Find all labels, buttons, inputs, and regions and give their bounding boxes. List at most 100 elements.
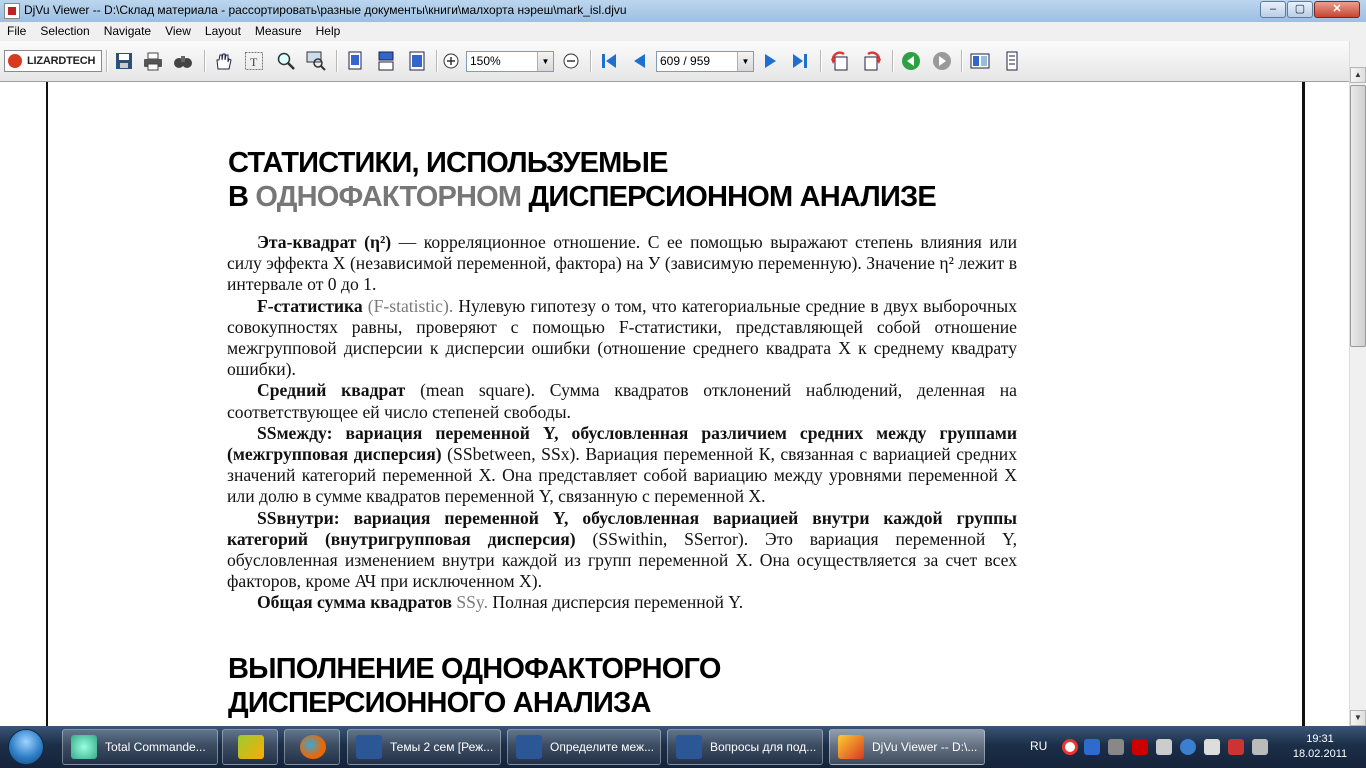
continuous-page-icon[interactable] [376, 51, 396, 71]
ati-icon[interactable] [1132, 739, 1148, 755]
close-button[interactable]: ✕ [1314, 1, 1360, 18]
toolbar-separator [961, 50, 963, 72]
menu-measure[interactable]: Measure [248, 22, 309, 38]
scroll-down-icon[interactable]: ▼ [1350, 710, 1366, 726]
toolbar-separator [336, 50, 338, 72]
logo-text: LIZARDTECH [27, 55, 96, 67]
back-icon[interactable] [901, 51, 921, 71]
maximize-button[interactable]: ▢ [1287, 1, 1313, 18]
vertical-scrollbar[interactable]: ▲ ▼ [1349, 41, 1366, 726]
menu-help[interactable]: Help [309, 22, 348, 38]
previous-page-icon[interactable] [630, 51, 650, 71]
language-indicator[interactable]: RU [1030, 739, 1047, 753]
system-tray: RU 19:31 18.02.2011 [1022, 726, 1366, 768]
paragraph-text: Полная дисперсия переменной Y. [488, 592, 744, 613]
document-view[interactable]: СТАТИСТИКИ, ИСПОЛЬЗУЕМЫЕ В ОДНОФАКТОРНОМ… [0, 82, 1349, 726]
print-icon[interactable] [143, 51, 163, 71]
single-page-icon[interactable] [345, 51, 365, 71]
lizardtech-logo-icon [8, 54, 22, 68]
binoculars-find-icon[interactable] [173, 51, 193, 71]
last-page-icon[interactable] [790, 51, 810, 71]
task-djvu-viewer[interactable]: DjVu Viewer -- D:\... [829, 729, 985, 765]
update-icon[interactable] [1180, 739, 1196, 755]
zoom-out-icon[interactable] [561, 51, 581, 71]
djvu-app-icon[interactable] [4, 3, 20, 19]
chevron-down-icon[interactable]: ▼ [537, 52, 553, 71]
safely-remove-icon[interactable] [1204, 739, 1220, 755]
clock[interactable]: 19:31 18.02.2011 [1290, 732, 1350, 762]
thumbnails-icon[interactable] [970, 51, 990, 71]
forward-icon[interactable] [932, 51, 952, 71]
zoom-select[interactable]: 150% ▼ [466, 51, 554, 72]
heading1-line1: СТАТИСТИКИ, ИСПОЛЬЗУЕМЫЕ [228, 147, 668, 179]
toolbar-separator [204, 50, 206, 72]
term: Эта-квадрат (η²) [257, 232, 392, 252]
document-body: Эта-квадрат (η²) — корреляционное отноше… [227, 232, 1017, 614]
task-word-topics[interactable]: Темы 2 сем [Реж... [347, 729, 501, 765]
task-word-questions[interactable]: Вопросы для под... [667, 729, 823, 765]
start-button[interactable] [2, 727, 52, 767]
save-icon[interactable] [114, 51, 134, 71]
zoom-value: 150% [470, 54, 501, 68]
heading1-grey-word: ОДНОФАКТОРНОМ [255, 181, 522, 213]
paragraph-ss-total: Общая сумма квадратов SSy. Полная диспер… [227, 592, 1017, 613]
paragraph-eta-squared: Эта-квадрат (η²) — корреляционное отноше… [227, 232, 1017, 296]
text-select-icon[interactable]: T [244, 51, 264, 71]
toolbar-separator [436, 50, 438, 72]
keyboard-layout-icon[interactable] [1084, 739, 1100, 755]
menu-layout[interactable]: Layout [198, 22, 248, 38]
outline-panel-icon[interactable] [1002, 51, 1022, 71]
heading1-prefix: В [228, 181, 256, 213]
rotate-left-icon[interactable] [830, 51, 850, 71]
section-heading-2: ВЫПОЛНЕНИЕ ОДНОФАКТОРНОГО ДИСПЕРСИОННОГО… [228, 652, 721, 720]
rotate-right-icon[interactable] [862, 51, 882, 71]
toolbar-separator [590, 50, 592, 72]
heading2-line2: ДИСПЕРСИОННОГО АНАЛИЗА [228, 687, 651, 719]
chevron-down-icon[interactable]: ▼ [737, 52, 753, 71]
word-icon [516, 735, 542, 759]
toolbar-separator [820, 50, 822, 72]
word-icon [356, 735, 382, 759]
heading2-line1: ВЫПОЛНЕНИЕ ОДНОФАКТОРНОГО [228, 653, 721, 685]
page-select[interactable]: 609 / 959 ▼ [656, 51, 754, 72]
scroll-up-icon[interactable]: ▲ [1350, 67, 1366, 83]
zoom-magnifier-icon[interactable] [276, 51, 296, 71]
menu-file[interactable]: File [0, 22, 33, 38]
opera-icon[interactable] [1062, 739, 1078, 755]
zoom-in-icon[interactable] [441, 51, 461, 71]
task-butterfly-app[interactable] [222, 729, 278, 765]
page-border-left [46, 82, 48, 726]
hand-pan-icon[interactable] [213, 51, 233, 71]
heading1-suffix: ДИСПЕРСИОННОМ АНАЛИЗЕ [521, 181, 937, 213]
page-border-right [1302, 82, 1305, 726]
title-bar: DjVu Viewer -- D:\Склад материала - расс… [0, 0, 1366, 23]
task-firefox[interactable] [284, 729, 340, 765]
firefox-icon [300, 735, 326, 759]
paragraph-f-statistic: F-статистика (F-statistic). Нулевую гипо… [227, 296, 1017, 381]
fit-page-icon[interactable] [407, 51, 427, 71]
lizardtech-logo[interactable]: LIZARDTECH [4, 50, 102, 72]
menu-navigate[interactable]: Navigate [97, 22, 158, 38]
network-disabled-icon[interactable] [1156, 739, 1172, 755]
zoom-rect-icon[interactable] [306, 51, 326, 71]
task-label: Темы 2 сем [Реж... [390, 740, 494, 754]
minimize-button[interactable]: ‒ [1260, 1, 1286, 18]
term-english: (F-statistic). [362, 295, 454, 316]
action-center-icon[interactable] [1228, 739, 1244, 755]
menu-view[interactable]: View [158, 22, 198, 38]
scroll-thumb[interactable] [1350, 85, 1366, 347]
section-heading-1: СТАТИСТИКИ, ИСПОЛЬЗУЕМЫЕ В ОДНОФАКТОРНОМ… [228, 146, 937, 214]
task-word-define[interactable]: Определите меж... [507, 729, 661, 765]
term: F-статистика [257, 295, 363, 316]
term: Общая сумма квадратов [257, 592, 452, 613]
first-page-icon[interactable] [599, 51, 619, 71]
task-total-commander[interactable]: Total Commande... [62, 729, 218, 765]
svg-text:T: T [250, 55, 258, 69]
next-page-icon[interactable] [760, 51, 780, 71]
taskbar: Total Commande... Темы 2 сем [Реж... Опр… [0, 726, 1366, 768]
butterfly-icon [238, 735, 264, 759]
volume-icon[interactable] [1252, 739, 1268, 755]
monitor-icon[interactable] [1108, 739, 1124, 755]
menu-bar: File Selection Navigate View Layout Measure He… [0, 22, 1366, 41]
menu-selection[interactable]: Selection [33, 22, 96, 38]
